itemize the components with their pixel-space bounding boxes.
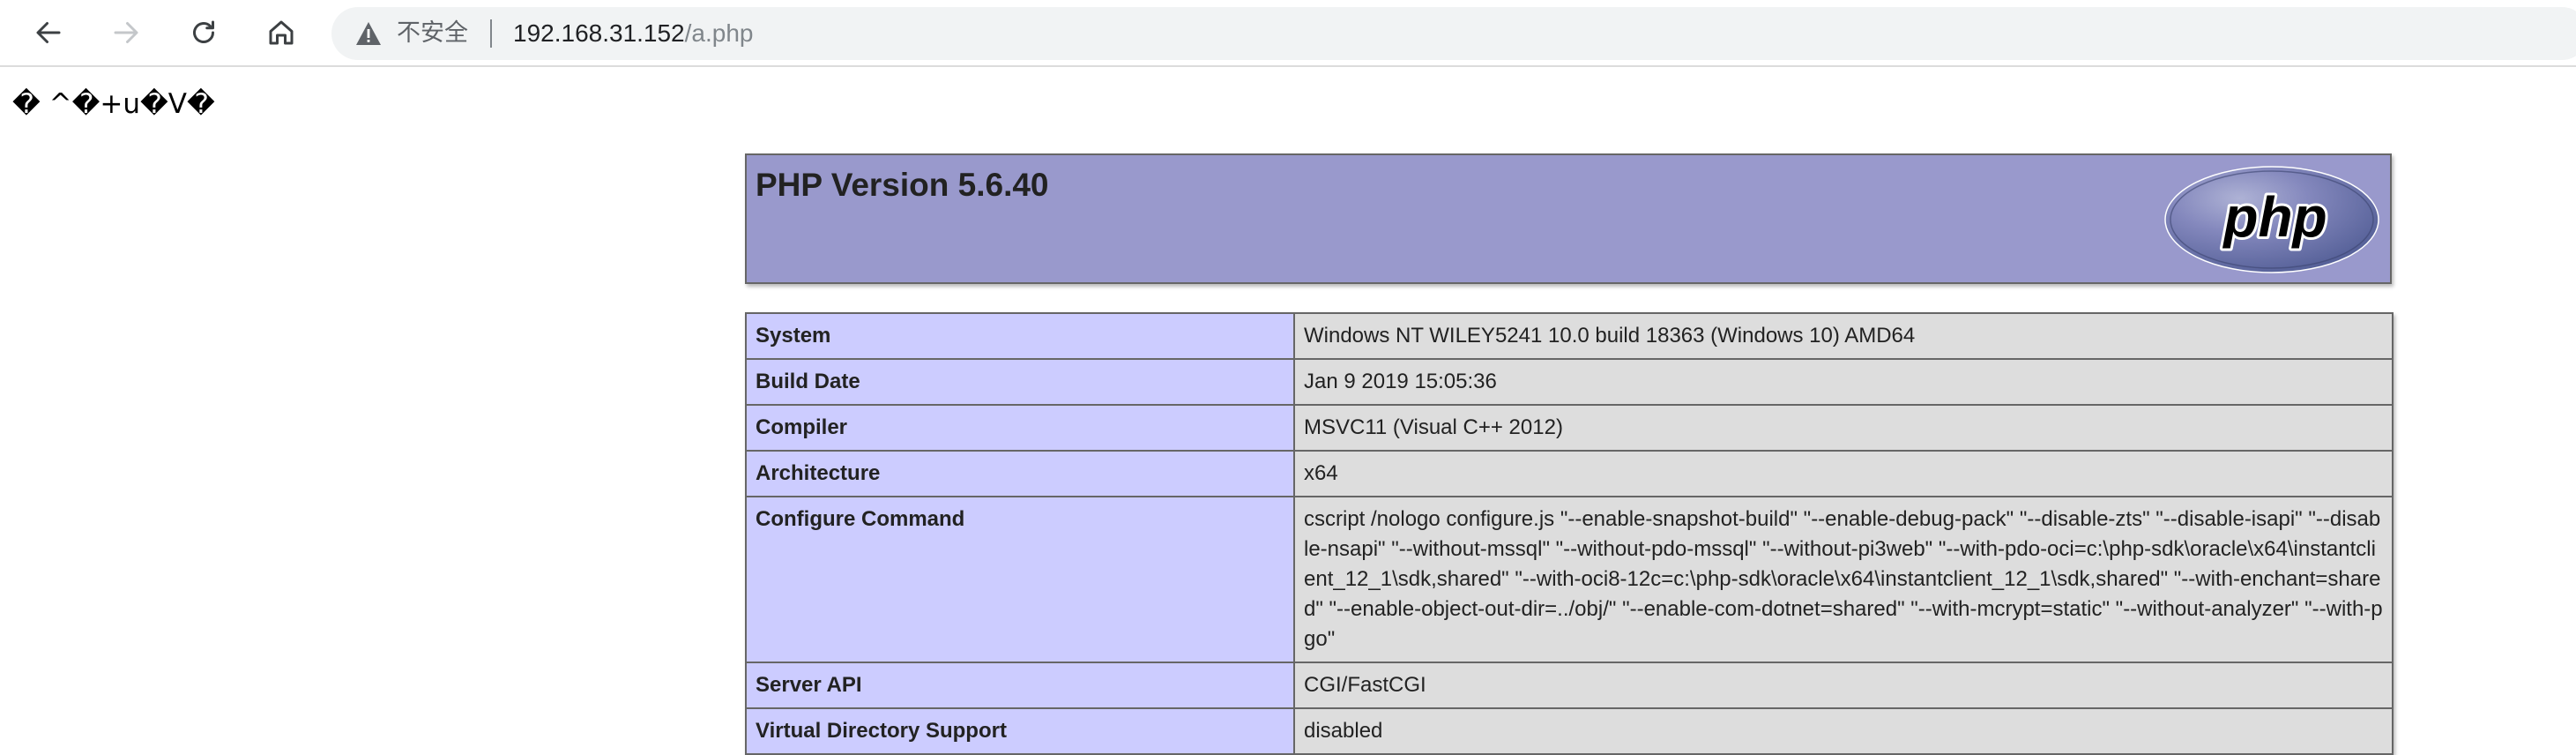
row-key: System xyxy=(745,312,1295,360)
row-key: Configure Command xyxy=(745,496,1295,663)
row-value: MSVC11 (Visual C++ 2012) xyxy=(1293,404,2394,452)
reload-button[interactable] xyxy=(182,11,226,55)
row-key: Virtual Directory Support xyxy=(745,707,1295,755)
security-status-label[interactable]: 不安全 xyxy=(397,19,468,48)
table-row: Build Date Jan 9 2019 15:05:36 xyxy=(745,358,2394,406)
table-row: Virtual Directory Support disabled xyxy=(745,707,2394,755)
browser-toolbar: 不安全 192.168.31.152/a.php xyxy=(0,0,2576,67)
page-title: PHP Version 5.6.40 xyxy=(756,167,1049,203)
row-value: Jan 9 2019 15:05:36 xyxy=(1293,358,2394,406)
address-divider xyxy=(490,19,492,48)
reload-icon xyxy=(193,20,214,43)
row-key: Compiler xyxy=(745,404,1295,452)
url-text[interactable]: 192.168.31.152/a.php xyxy=(513,19,754,49)
phpinfo-table: System Windows NT WILEY5241 10.0 build 18… xyxy=(745,312,2394,755)
arrow-right-icon xyxy=(114,22,138,43)
table-row: System Windows NT WILEY5241 10.0 build 18… xyxy=(745,312,2394,360)
row-key: Server API xyxy=(745,662,1295,709)
row-value: x64 xyxy=(1293,450,2394,497)
home-button[interactable] xyxy=(259,11,303,55)
home-icon xyxy=(269,20,294,45)
table-row: Compiler MSVC11 (Visual C++ 2012) xyxy=(745,404,2394,452)
row-key: Build Date xyxy=(745,358,1295,406)
table-row: Server API CGI/FastCGI xyxy=(745,662,2394,709)
warning-triangle-icon[interactable] xyxy=(354,20,383,47)
row-value: cscript /nologo configure.js "--enable-s… xyxy=(1293,496,2394,663)
forward-button[interactable] xyxy=(104,11,148,55)
row-key: Architecture xyxy=(745,450,1295,497)
svg-text:php: php xyxy=(2222,185,2327,249)
row-value: disabled xyxy=(1293,707,2394,755)
url-path: /a.php xyxy=(684,19,754,47)
phpinfo-header: PHP Version 5.6.40 php php xyxy=(745,153,2392,284)
row-value: CGI/FastCGI xyxy=(1293,662,2394,709)
url-host: 192.168.31.152 xyxy=(513,19,685,47)
address-bar[interactable]: 不安全 192.168.31.152/a.php xyxy=(331,7,2576,60)
table-row: Configure Command cscript /nologo configu… xyxy=(745,496,2394,663)
row-value: Windows NT WILEY5241 10.0 build 18363 (W… xyxy=(1293,312,2394,360)
php-logo[interactable]: php php xyxy=(2163,164,2381,275)
arrow-left-icon xyxy=(36,22,61,43)
table-row: Architecture x64 xyxy=(745,450,2394,497)
garbled-output-text: � ^�+u�V� xyxy=(12,88,215,120)
back-button[interactable] xyxy=(26,11,71,55)
